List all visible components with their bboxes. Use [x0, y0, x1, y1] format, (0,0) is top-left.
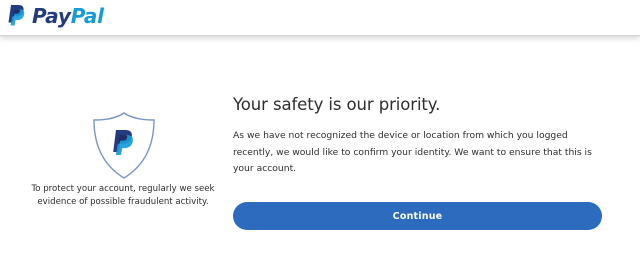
paypal-logo[interactable]: PayPal — [6, 4, 104, 28]
main-content: Your safety is our priority. As we have … — [233, 92, 613, 178]
top-bar: PayPal — [0, 0, 640, 36]
continue-button[interactable]: Continue — [233, 202, 602, 230]
paypal-wordmark: PayPal — [32, 4, 104, 28]
verification-message: As we have not recognized the device or … — [233, 130, 592, 174]
shield-paypal-icon — [89, 110, 159, 180]
logo-text-pal: Pal — [70, 4, 104, 28]
logo-text-pay: Pay — [32, 4, 71, 28]
security-caption: To protect your account, regularly we se… — [31, 184, 215, 207]
paypal-logo-icon — [8, 5, 25, 26]
page-title: Your safety is our priority. — [233, 95, 441, 114]
